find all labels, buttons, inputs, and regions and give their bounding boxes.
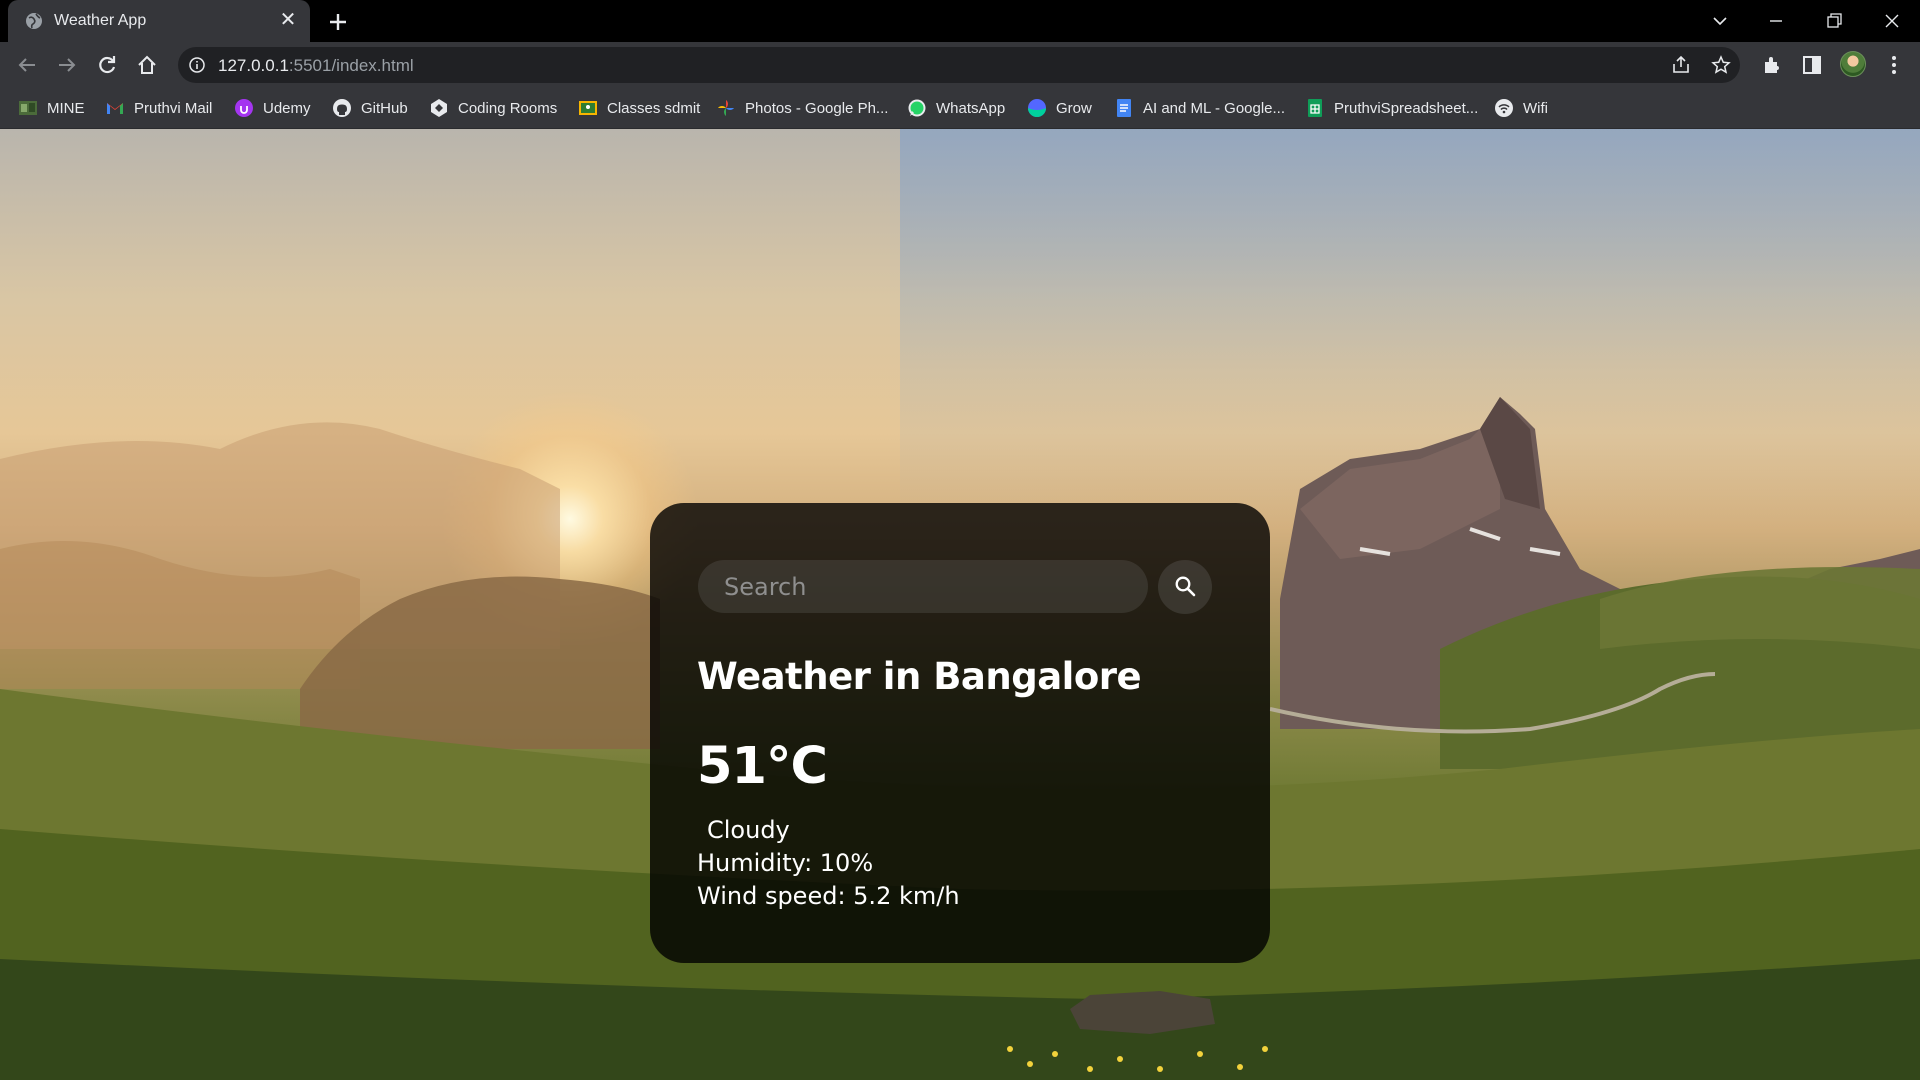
tab-title: Weather App [54, 12, 147, 29]
bookmark-whatsapp[interactable]: WhatsApp [907, 95, 1005, 121]
udemy-icon [235, 99, 253, 117]
temperature: 51°C [697, 737, 828, 796]
address-bar[interactable]: 127.0.0.1:5501/index.html [178, 47, 1740, 83]
bookmark-label: Classes sdmit [607, 99, 701, 117]
bookmark-mine[interactable]: MINE [18, 95, 85, 121]
search-input[interactable] [698, 560, 1148, 613]
classroom-icon [579, 101, 597, 115]
browser-toolbar: 127.0.0.1:5501/index.html [0, 42, 1920, 87]
url-text: 127.0.0.1:5501/index.html [218, 56, 414, 76]
grow-icon [1028, 99, 1046, 117]
github-icon [333, 99, 351, 117]
bookmark-classes-sdmit[interactable]: Classes sdmit [578, 95, 700, 121]
site-info-icon[interactable] [188, 56, 206, 74]
url-path: :5501/index.html [288, 56, 414, 75]
close-window-icon[interactable] [1878, 8, 1906, 34]
bookmark-label: Udemy [263, 99, 311, 117]
forward-arrow-icon[interactable] [53, 51, 81, 79]
bookmark-label: Pruthvi Mail [134, 99, 213, 117]
menu-kebab-icon[interactable] [1882, 53, 1906, 77]
city-title: Weather in Bangalore [697, 655, 1142, 698]
bookmark-google-photos[interactable]: Photos - Google Ph... [716, 95, 888, 121]
page-viewport: Weather in Bangalore 51°C Cloudy Humidit… [0, 129, 1920, 1080]
close-tab-icon[interactable]: ✕ [277, 9, 299, 31]
restore-icon[interactable] [1820, 8, 1848, 34]
gmail-icon [107, 103, 123, 114]
reload-icon[interactable] [93, 51, 121, 79]
bookmark-label: Photos - Google Ph... [745, 99, 889, 117]
search-button[interactable] [1158, 560, 1212, 614]
mine-icon [19, 101, 37, 115]
bookmark-label: MINE [47, 99, 85, 117]
tab-search-chevron-icon[interactable] [1706, 8, 1734, 34]
google-photos-icon [718, 100, 734, 116]
bookmark-pruthvi-mail[interactable]: Pruthvi Mail [105, 95, 212, 121]
wind-speed: Wind speed: 5.2 km/h [697, 882, 960, 910]
bookmark-github[interactable]: GitHub [332, 95, 408, 121]
profile-avatar[interactable] [1840, 51, 1866, 77]
tab-strip: Weather App ✕ [0, 0, 1920, 42]
humidity: Humidity: 10% [697, 849, 874, 877]
bookmark-label: GitHub [361, 99, 408, 117]
weather-card: Weather in Bangalore 51°C Cloudy Humidit… [650, 503, 1270, 963]
globe-icon [26, 13, 42, 29]
google-docs-icon [1117, 99, 1131, 117]
whatsapp-icon [908, 99, 926, 117]
bookmark-star-icon[interactable] [1710, 54, 1732, 76]
coding-rooms-icon [431, 99, 447, 117]
bookmark-label: Wifi [1523, 99, 1548, 117]
bookmark-label: PruthviSpreadsheet... [1334, 99, 1479, 117]
bookmark-wifi[interactable]: Wifi [1494, 95, 1548, 121]
home-icon[interactable] [133, 51, 161, 79]
side-panel-icon[interactable] [1800, 53, 1824, 77]
bookmark-ai-and-ml[interactable]: AI and ML - Google... [1114, 95, 1285, 121]
share-icon[interactable] [1670, 54, 1692, 76]
search-icon [1175, 576, 1196, 597]
bookmark-coding-rooms[interactable]: Coding Rooms [429, 95, 557, 121]
bookmarks-bar: MINE Pruthvi Mail Udemy GitHub Coding Ro… [0, 87, 1920, 129]
extensions-puzzle-icon[interactable] [1760, 53, 1784, 77]
bookmark-label: Grow [1056, 99, 1092, 117]
weather-description: Cloudy [707, 816, 790, 844]
url-host: 127.0.0.1 [218, 56, 289, 75]
minimize-icon[interactable] [1762, 8, 1790, 34]
browser-tab[interactable]: Weather App ✕ [8, 0, 310, 42]
bookmark-udemy[interactable]: Udemy [234, 95, 311, 121]
bookmark-pruthvi-spreadsheet[interactable]: PruthviSpreadsheet... [1305, 95, 1478, 121]
bookmark-label: Coding Rooms [458, 99, 558, 117]
google-sheets-icon [1308, 99, 1322, 117]
bookmark-label: WhatsApp [936, 99, 1006, 117]
bookmark-grow[interactable]: Grow [1027, 95, 1092, 121]
back-arrow-icon[interactable] [13, 51, 41, 79]
new-tab-icon[interactable] [324, 8, 352, 36]
wifi-icon [1495, 99, 1513, 117]
bookmark-label: AI and ML - Google... [1143, 99, 1286, 117]
